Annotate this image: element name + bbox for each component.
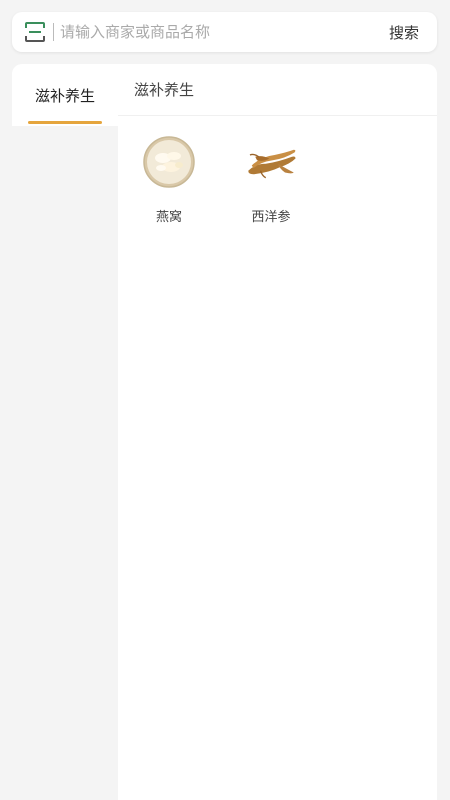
product-item-ginseng[interactable]: 西洋参 bbox=[220, 134, 322, 225]
search-button[interactable]: 搜索 bbox=[389, 22, 419, 43]
scan-icon[interactable] bbox=[24, 21, 46, 43]
product-name: 燕窝 bbox=[155, 210, 182, 225]
active-indicator bbox=[28, 121, 102, 124]
ginseng-image bbox=[248, 149, 296, 179]
product-grid: 燕窝 西洋参 bbox=[118, 116, 437, 225]
product-panel: 滋补养生 燕窝 西洋参 bbox=[118, 64, 437, 800]
product-name: 西洋参 bbox=[251, 210, 291, 225]
search-input[interactable] bbox=[60, 23, 389, 41]
sidebar-item-tonic-health[interactable]: 滋补养生 bbox=[12, 64, 118, 126]
search-divider bbox=[53, 23, 54, 41]
birds-nest-image bbox=[143, 136, 195, 188]
product-item-birds-nest[interactable]: 燕窝 bbox=[118, 134, 220, 225]
category-sidebar: 滋补养生 bbox=[12, 64, 118, 800]
category-title: 滋补养生 bbox=[118, 64, 437, 116]
search-bar: 搜索 bbox=[12, 12, 437, 52]
sidebar-item-label: 滋补养生 bbox=[34, 86, 95, 105]
